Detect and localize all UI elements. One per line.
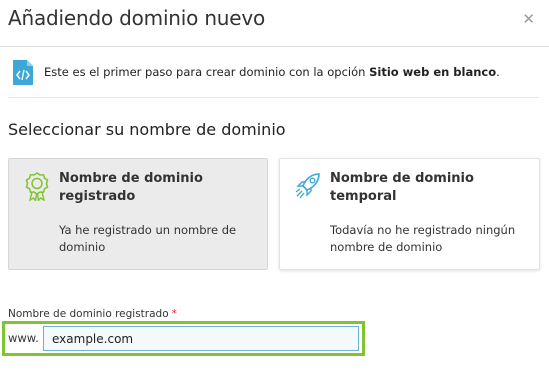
option-temporary-domain[interactable]: Nombre de dominio temporal Todavía no he… bbox=[279, 158, 540, 270]
section-title: Seleccionar su nombre de dominio bbox=[8, 120, 286, 139]
option-registered-domain[interactable]: Nombre de dominio registrado Ya he regis… bbox=[8, 158, 268, 270]
option-title: Nombre de dominio temporal bbox=[330, 171, 474, 204]
www-prefix: www. bbox=[8, 331, 39, 345]
required-mark: * bbox=[171, 308, 177, 320]
info-text-prefix: Este es el primer paso para crear domini… bbox=[44, 65, 370, 79]
option-description: Todavía no he registrado ningún nombre d… bbox=[330, 223, 516, 254]
certificate-badge-icon bbox=[25, 172, 49, 201]
option-title: Nombre de dominio registrado bbox=[59, 171, 203, 204]
code-file-icon bbox=[13, 59, 33, 85]
info-text-suffix: . bbox=[496, 65, 500, 79]
domain-name-input[interactable] bbox=[43, 326, 359, 351]
add-domain-dialog: Añadiendo dominio nuevo ✕ Este es el pri… bbox=[0, 0, 549, 370]
info-text: Este es el primer paso para crear domini… bbox=[44, 65, 500, 79]
info-banner: Este es el primer paso para crear domini… bbox=[8, 47, 539, 98]
close-icon[interactable]: ✕ bbox=[522, 10, 535, 28]
info-text-bold: Sitio web en blanco bbox=[369, 65, 497, 79]
option-description: Ya he registrado un nombre de dominio bbox=[59, 223, 237, 254]
domain-field-label-text: Nombre de dominio registrado bbox=[8, 308, 169, 320]
dialog-title: Añadiendo dominio nuevo bbox=[8, 6, 266, 30]
domain-field-label: Nombre de dominio registrado * bbox=[8, 308, 177, 320]
rocket-icon bbox=[295, 173, 320, 199]
